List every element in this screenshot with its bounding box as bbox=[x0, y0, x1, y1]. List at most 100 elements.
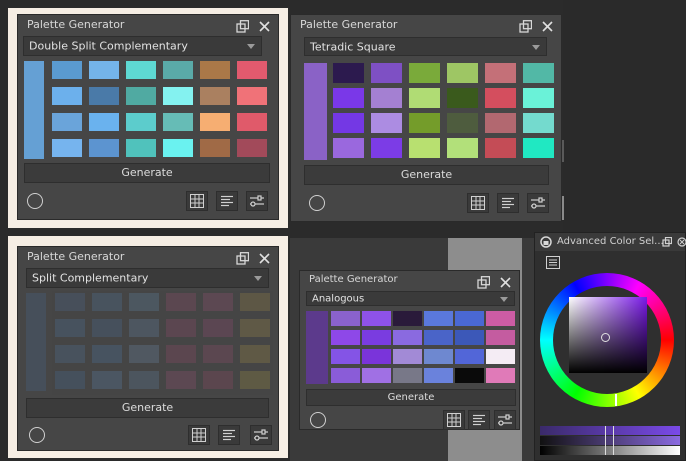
shade-bar-3[interactable] bbox=[540, 446, 680, 455]
close-icon[interactable] bbox=[499, 274, 512, 288]
palette-swatch[interactable] bbox=[166, 371, 196, 389]
float-icon[interactable] bbox=[519, 18, 533, 33]
palette-swatch[interactable] bbox=[92, 319, 122, 337]
list-icon[interactable] bbox=[218, 425, 240, 445]
palette-swatch[interactable] bbox=[55, 371, 85, 389]
palette-swatch[interactable] bbox=[331, 311, 360, 326]
palette-swatch[interactable] bbox=[523, 88, 554, 108]
palette-swatch[interactable] bbox=[333, 88, 364, 108]
palette-swatch[interactable] bbox=[126, 113, 156, 131]
palette-swatch[interactable] bbox=[129, 345, 159, 363]
palette-swatch[interactable] bbox=[486, 349, 515, 364]
palette-swatch[interactable] bbox=[333, 138, 364, 158]
palette-swatch[interactable] bbox=[371, 113, 402, 133]
palette-swatch[interactable] bbox=[447, 63, 478, 83]
harmony-dropdown[interactable]: Analogous bbox=[306, 291, 515, 306]
circle-icon[interactable] bbox=[27, 193, 43, 209]
palette-swatch[interactable] bbox=[393, 368, 422, 383]
palette-swatch[interactable] bbox=[424, 349, 453, 364]
close-icon[interactable] bbox=[258, 250, 271, 264]
base-color-swatch[interactable] bbox=[26, 293, 46, 391]
palette-swatch[interactable] bbox=[237, 139, 267, 157]
palette-swatch[interactable] bbox=[485, 63, 516, 83]
palette-swatch[interactable] bbox=[126, 61, 156, 79]
palette-swatch[interactable] bbox=[362, 311, 391, 326]
circle-icon[interactable] bbox=[29, 427, 45, 443]
palette-swatch[interactable] bbox=[200, 113, 230, 131]
palette-swatch[interactable] bbox=[331, 368, 360, 383]
palette-swatch[interactable] bbox=[163, 87, 193, 105]
palette-swatch[interactable] bbox=[166, 319, 196, 337]
palette-swatch[interactable] bbox=[203, 371, 233, 389]
palette-swatch[interactable] bbox=[485, 88, 516, 108]
palette-swatch[interactable] bbox=[126, 139, 156, 157]
palette-swatch[interactable] bbox=[240, 345, 270, 363]
float-icon[interactable] bbox=[236, 18, 250, 33]
palette-swatch[interactable] bbox=[92, 371, 122, 389]
palette-swatch[interactable] bbox=[486, 330, 515, 345]
hue-handle[interactable] bbox=[615, 394, 617, 406]
panel-titlebar[interactable]: Palette Generator bbox=[18, 15, 278, 35]
palette-swatch[interactable] bbox=[200, 61, 230, 79]
palette-swatch[interactable] bbox=[55, 293, 85, 311]
palette-swatch[interactable] bbox=[409, 113, 440, 133]
palette-swatch[interactable] bbox=[200, 139, 230, 157]
palette-swatch[interactable] bbox=[393, 349, 422, 364]
palette-swatch[interactable] bbox=[455, 311, 484, 326]
palette-swatch[interactable] bbox=[89, 139, 119, 157]
palette-swatch[interactable] bbox=[52, 61, 82, 79]
palette-swatch[interactable] bbox=[447, 138, 478, 158]
float-icon[interactable] bbox=[477, 274, 491, 289]
palette-swatch[interactable] bbox=[129, 293, 159, 311]
palette-swatch[interactable] bbox=[371, 88, 402, 108]
palette-swatch[interactable] bbox=[523, 113, 554, 133]
sliders-icon[interactable] bbox=[250, 425, 272, 445]
palette-swatch[interactable] bbox=[523, 138, 554, 158]
palette-swatch[interactable] bbox=[455, 330, 484, 345]
harmony-dropdown[interactable]: Tetradic Square bbox=[304, 37, 547, 56]
palette-swatch[interactable] bbox=[52, 139, 82, 157]
palette-swatch[interactable] bbox=[55, 345, 85, 363]
palette-swatch[interactable] bbox=[409, 63, 440, 83]
palette-swatch[interactable] bbox=[362, 368, 391, 383]
base-color-swatch[interactable] bbox=[306, 311, 328, 384]
palette-swatch[interactable] bbox=[455, 368, 484, 383]
list-icon[interactable] bbox=[497, 193, 519, 213]
palette-swatch[interactable] bbox=[237, 113, 267, 131]
base-color-swatch[interactable] bbox=[304, 63, 327, 160]
close-icon[interactable] bbox=[677, 237, 686, 247]
shade-bar-1[interactable] bbox=[540, 426, 680, 435]
palette-swatch[interactable] bbox=[237, 87, 267, 105]
harmony-dropdown[interactable]: Double Split Complementary bbox=[23, 36, 262, 56]
close-icon[interactable] bbox=[258, 18, 271, 32]
palette-swatch[interactable] bbox=[393, 330, 422, 345]
palette-swatch[interactable] bbox=[126, 87, 156, 105]
palette-swatch[interactable] bbox=[166, 293, 196, 311]
palette-swatch[interactable] bbox=[485, 138, 516, 158]
palette-swatch[interactable] bbox=[129, 371, 159, 389]
sliders-icon[interactable] bbox=[494, 410, 516, 430]
palette-swatch[interactable] bbox=[424, 330, 453, 345]
palette-swatch[interactable] bbox=[163, 61, 193, 79]
sliders-icon[interactable] bbox=[246, 191, 268, 211]
panel-titlebar[interactable]: Palette Generator bbox=[300, 271, 519, 291]
circle-icon[interactable] bbox=[310, 412, 326, 428]
grid-icon[interactable] bbox=[188, 425, 210, 445]
float-icon[interactable] bbox=[662, 237, 672, 247]
generate-button[interactable]: Generate bbox=[306, 389, 516, 406]
palette-swatch[interactable] bbox=[331, 349, 360, 364]
palette-swatch[interactable] bbox=[89, 61, 119, 79]
generate-button[interactable]: Generate bbox=[304, 165, 549, 185]
palette-swatch[interactable] bbox=[424, 368, 453, 383]
palette-swatch[interactable] bbox=[240, 319, 270, 337]
palette-swatch[interactable] bbox=[240, 371, 270, 389]
palette-swatch[interactable] bbox=[333, 63, 364, 83]
palette-swatch[interactable] bbox=[485, 113, 516, 133]
palette-swatch[interactable] bbox=[371, 63, 402, 83]
palette-swatch[interactable] bbox=[333, 113, 364, 133]
palette-swatch[interactable] bbox=[523, 63, 554, 83]
palette-swatch[interactable] bbox=[486, 311, 515, 326]
settings-list-icon[interactable] bbox=[546, 256, 560, 269]
palette-swatch[interactable] bbox=[393, 311, 422, 326]
palette-swatch[interactable] bbox=[89, 113, 119, 131]
